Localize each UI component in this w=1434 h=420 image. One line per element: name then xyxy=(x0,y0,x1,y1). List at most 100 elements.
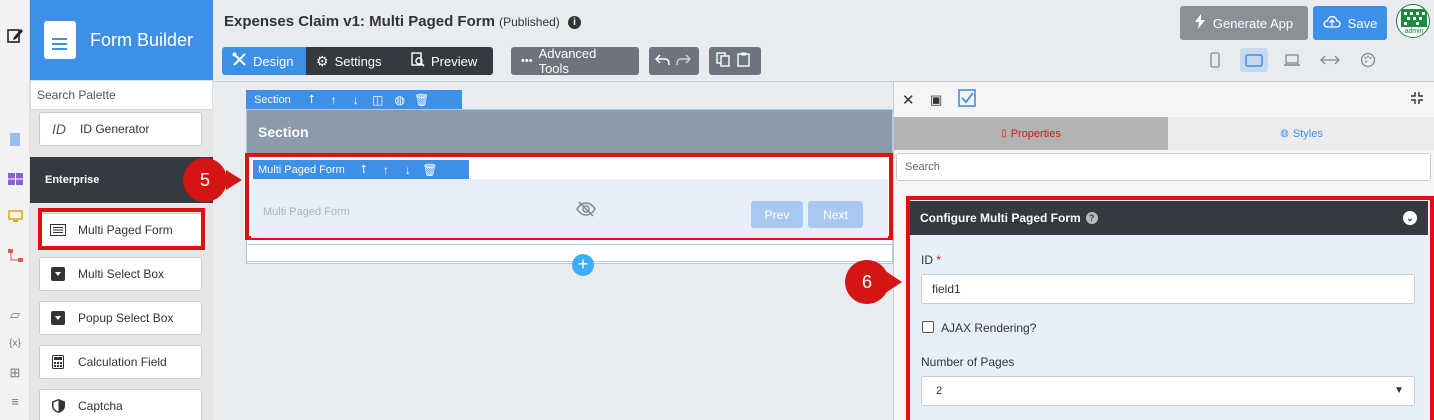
undo-icon[interactable] xyxy=(654,53,670,69)
ajax-rendering-checkbox[interactable] xyxy=(922,321,934,333)
palette-item-label: Popup Select Box xyxy=(78,311,174,325)
ajax-rendering-label: AJAX Rendering? xyxy=(941,321,1037,335)
advanced-tools-button[interactable]: ••• Advanced Tools xyxy=(511,46,639,76)
palette-icon[interactable]: ◍ xyxy=(389,93,411,107)
move-up-icon[interactable]: ⭡ xyxy=(353,162,375,177)
mobile-view-icon[interactable] xyxy=(1201,48,1229,72)
palette-item-multi-select-box[interactable]: Multi Select Box xyxy=(39,257,202,291)
monitor-icon[interactable] xyxy=(6,207,24,225)
edit-icon[interactable] xyxy=(6,26,24,44)
bolt-icon xyxy=(1194,14,1205,32)
calculator-icon xyxy=(50,355,66,369)
number-of-pages-select[interactable]: 2 ▼ xyxy=(921,376,1415,406)
laptop-view-icon[interactable] xyxy=(1278,48,1306,72)
tab-label: Preview xyxy=(431,53,478,69)
move-up-icon[interactable]: ⭡ xyxy=(301,92,323,107)
id-label-text: ID xyxy=(921,253,933,267)
properties-search-input[interactable]: Search xyxy=(896,153,1431,181)
palette-item-label: ID Generator xyxy=(80,122,150,136)
save-button[interactable]: Save xyxy=(1313,6,1387,40)
panel-toolbar: ✕ ▣ xyxy=(894,82,1434,117)
dropdown-icon xyxy=(50,267,66,281)
generate-app-button[interactable]: Generate App xyxy=(1180,6,1308,40)
top-toolbar: Expenses Claim v1: Multi Paged Form (Pub… xyxy=(213,0,1434,82)
palette-item-calculation-field[interactable]: Calculation Field xyxy=(39,345,202,379)
publish-status: (Published) xyxy=(499,15,560,29)
database-icon[interactable]: ≡ xyxy=(6,392,24,410)
id-field[interactable]: field1 xyxy=(921,274,1415,304)
add-element-icon[interactable]: + xyxy=(572,254,594,276)
window-icon[interactable]: ▣ xyxy=(930,92,958,108)
more-dots-icon: ••• xyxy=(521,55,533,67)
brand-header: Form Builder xyxy=(30,0,213,80)
tab-styles[interactable]: ◍ Styles xyxy=(1168,117,1434,150)
page-title: Expenses Claim v1: Multi Paged Form (Pub… xyxy=(224,13,581,30)
palette-icon[interactable] xyxy=(1354,48,1382,72)
callout-five: 5 xyxy=(183,158,227,202)
translate-icon[interactable]: ⊞ xyxy=(6,364,24,382)
redo-icon[interactable] xyxy=(676,53,692,69)
undo-redo-group xyxy=(649,47,699,75)
collapse-icon[interactable] xyxy=(1410,91,1424,108)
id-label: ID * xyxy=(921,253,941,267)
arrow-up-icon[interactable]: ↑ xyxy=(375,163,397,177)
form-canvas: Section ⭡ ↑ ↓ ◫ ◍ 🗑︎ Section Multi Paged… xyxy=(213,82,893,420)
palette-item-label: Calculation Field xyxy=(78,355,167,369)
info-icon[interactable]: i xyxy=(567,16,581,29)
columns-icon[interactable]: ◫ xyxy=(367,93,389,107)
prev-button[interactable]: Prev xyxy=(751,201,803,228)
cloud-upload-icon xyxy=(1323,15,1341,31)
paste-icon[interactable] xyxy=(737,52,750,70)
form-title-text: Expenses Claim v1: Multi Paged Form xyxy=(224,13,495,30)
document-icon[interactable] xyxy=(6,130,24,148)
tab-design[interactable]: Design xyxy=(222,47,306,75)
arrow-down-icon[interactable]: ↓ xyxy=(397,163,419,177)
checkbox-checked-icon[interactable] xyxy=(958,88,986,111)
palette-item-label: Captcha xyxy=(78,399,123,413)
variable-icon[interactable]: {x} xyxy=(6,334,24,352)
gear-icon: ⚙ xyxy=(316,52,329,69)
close-icon[interactable]: ✕ xyxy=(902,91,930,109)
next-button[interactable]: Next xyxy=(808,201,863,228)
grid-icon[interactable] xyxy=(6,170,24,188)
configure-header[interactable]: Configure Multi Paged Form ? ⌄ xyxy=(910,201,1428,235)
chevron-down-icon: ▼ xyxy=(1394,385,1404,396)
eye-slash-icon xyxy=(576,201,596,220)
palette-item-popup-select-box[interactable]: Popup Select Box xyxy=(39,301,202,335)
trash-icon[interactable]: 🗑︎ xyxy=(419,163,441,177)
icon-rail: ▱ {x} ⊞ ≡ xyxy=(0,0,30,420)
palette-item-label: Multi Select Box xyxy=(78,267,165,281)
tab-properties[interactable]: ▯ Properties xyxy=(894,117,1168,150)
drop-zone[interactable] xyxy=(246,244,893,262)
tab-settings[interactable]: ⚙ Settings xyxy=(306,47,401,75)
search-palette-input[interactable]: Search Palette xyxy=(30,80,213,110)
note-icon[interactable]: ▱ xyxy=(6,306,24,324)
save-label: Save xyxy=(1347,15,1378,31)
section-title: Section xyxy=(247,110,892,154)
help-icon[interactable]: ? xyxy=(1085,212,1098,224)
preview-search-icon xyxy=(411,52,425,70)
tab-label: Design xyxy=(253,53,294,69)
chevron-down-icon[interactable]: ⌄ xyxy=(1403,211,1417,225)
panel-tabs: ▯ Properties ◍ Styles xyxy=(894,117,1434,150)
file-icon: ▯ xyxy=(1001,128,1007,139)
tab-label: Settings xyxy=(334,53,382,69)
properties-panel: ✕ ▣ ▯ Properties ◍ Styles Search Configu… xyxy=(893,82,1434,420)
tab-preview[interactable]: Preview xyxy=(401,47,493,75)
arrow-up-icon[interactable]: ↑ xyxy=(323,93,345,107)
form-builder-logo-icon xyxy=(44,21,76,59)
tablet-view-icon[interactable] xyxy=(1240,48,1268,72)
flow-icon[interactable] xyxy=(6,246,24,264)
multi-paged-form-element[interactable]: Multi Paged Form Prev Next xyxy=(251,179,888,238)
avatar[interactable]: admin xyxy=(1396,4,1430,38)
highlight-multi-paged-form: Multi Paged Form ⭡ ↑ ↓ 🗑︎ Multi Paged Fo… xyxy=(245,153,893,240)
tab-label: Styles xyxy=(1292,127,1323,140)
trash-icon[interactable]: 🗑︎ xyxy=(411,93,433,107)
configure-title: Configure Multi Paged Form xyxy=(920,211,1081,225)
full-width-icon[interactable] xyxy=(1316,48,1344,72)
palette-item-id-generator[interactable]: ID ID Generator xyxy=(39,112,202,146)
copy-icon[interactable] xyxy=(716,52,730,70)
section-toolbar: Section ⭡ ↑ ↓ ◫ ◍ 🗑︎ xyxy=(246,90,462,109)
arrow-down-icon[interactable]: ↓ xyxy=(345,93,367,107)
palette-item-captcha[interactable]: Captcha xyxy=(39,389,202,420)
